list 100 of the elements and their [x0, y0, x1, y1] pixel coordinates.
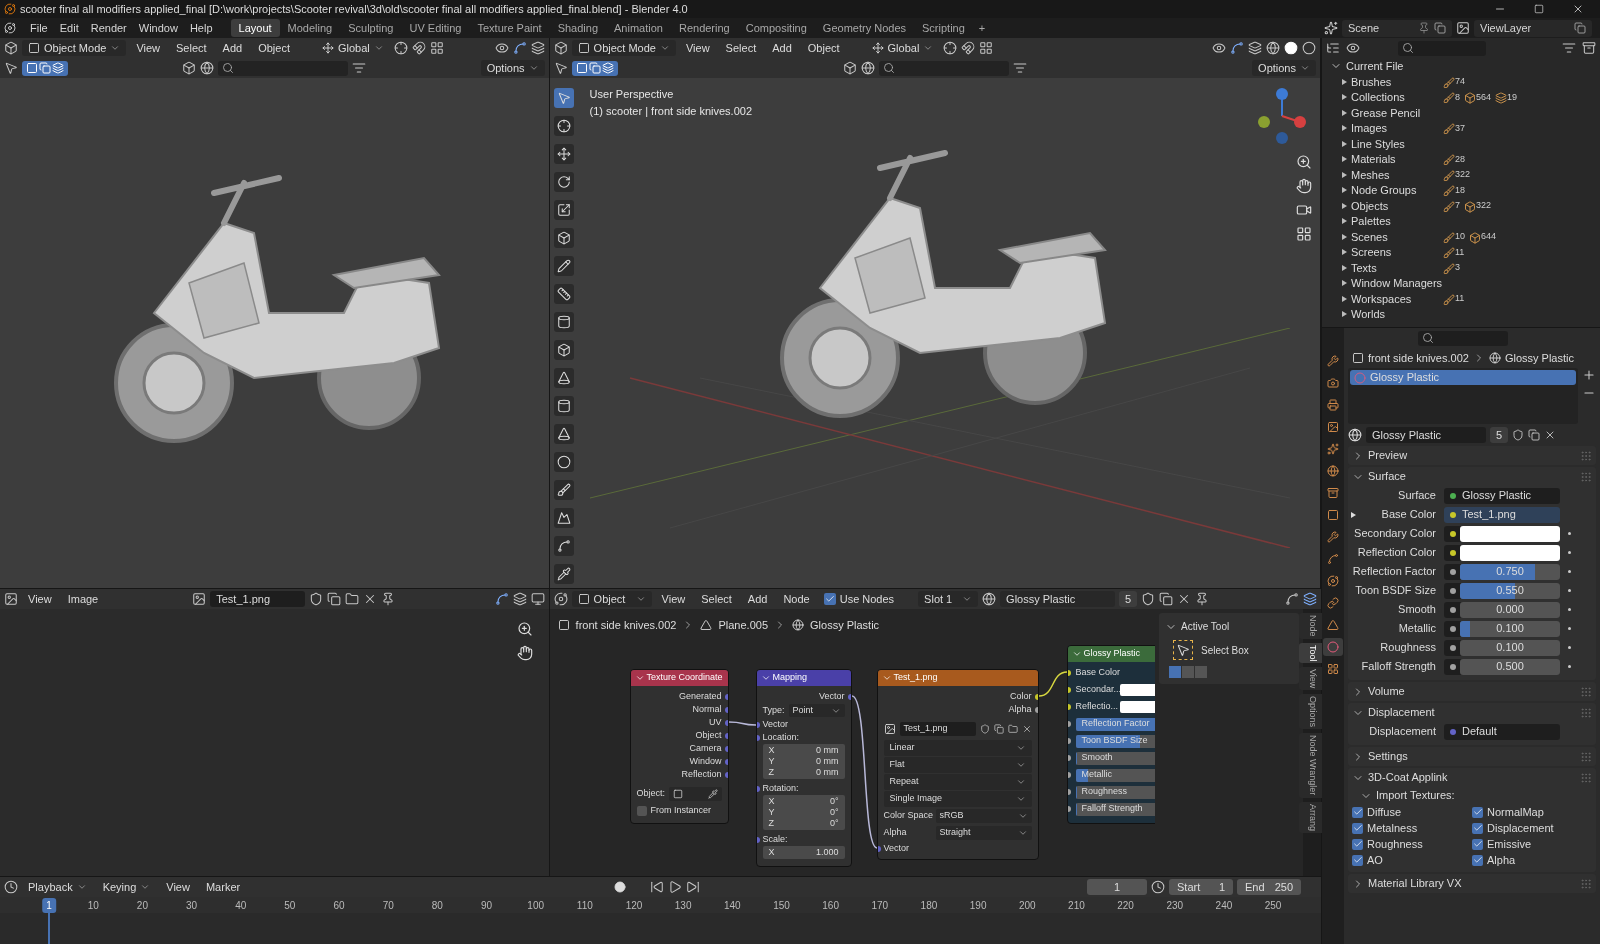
menu-item[interactable]: View [22, 591, 58, 607]
node-header[interactable]: Glossy Plastic [1067, 646, 1155, 662]
tree-item[interactable]: Node Groups [1351, 182, 1439, 199]
tree-item[interactable]: Worlds [1351, 306, 1439, 323]
linked-field[interactable]: Test_1.png [1444, 506, 1560, 523]
tree-item[interactable]: Objects [1351, 197, 1439, 214]
sidebar-tab[interactable]: Node [1299, 613, 1325, 639]
list-item[interactable]: Glossy Plastic [1350, 370, 1576, 385]
tree-item[interactable]: Line Styles [1351, 135, 1439, 152]
tree-item[interactable]: Workspaces [1351, 290, 1439, 307]
menu-item[interactable]: Add [216, 40, 249, 56]
workspace-tab[interactable]: Compositing [737, 19, 815, 37]
menu-item[interactable]: View [679, 40, 716, 56]
node-header[interactable]: Test_1.png [877, 670, 1038, 686]
checkbox[interactable]: Emissive [1472, 836, 1592, 852]
material-field[interactable]: Glossy Plastic [1000, 591, 1116, 607]
panel-title[interactable]: Material Library VX [1368, 875, 1576, 892]
tree-item[interactable]: Texts [1351, 259, 1439, 276]
checkbox[interactable]: Diffuse [1352, 804, 1472, 820]
end-frame-field[interactable]: End 250 [1237, 879, 1301, 895]
shader-node[interactable]: Test_1.png Color Alpha Test_1.png Linear Flat Repeat Single Image Color Space sRGB Alpha Straight Vector [876, 669, 1039, 860]
options-dropdown[interactable]: Options [1252, 60, 1316, 76]
tree-item[interactable]: Collections [1351, 89, 1439, 106]
sidebar-tab[interactable]: Node Wrangler [1299, 733, 1325, 798]
value-slider[interactable]: Smooth [1075, 751, 1155, 765]
value-slider[interactable]: Roughness [1075, 785, 1155, 799]
panel-title[interactable]: 3D-Coat Applink [1368, 769, 1576, 786]
current-frame-field[interactable]: 1 [1087, 879, 1147, 895]
tree-item[interactable]: Current File [1346, 57, 1404, 75]
object-dropdown[interactable]: Object [571, 591, 652, 607]
tree-item[interactable]: Palettes [1351, 213, 1439, 230]
value-slider[interactable]: 0.500 [1460, 658, 1560, 675]
menu-item[interactable]: Edit [53, 19, 85, 37]
image-name-field[interactable]: Test_1.png [210, 591, 306, 607]
menu-item[interactable]: Select [170, 40, 213, 56]
panel-title[interactable]: Surface [1368, 468, 1576, 485]
node-dropdown[interactable]: Flat [883, 757, 1032, 773]
node-dropdown[interactable]: Linear [883, 740, 1032, 756]
scene-field[interactable]: Scene [1342, 19, 1452, 37]
material-field[interactable]: Glossy Plastic [1366, 427, 1486, 443]
image-name-field[interactable]: Test_1.png [899, 722, 976, 736]
add-workspace-button[interactable]: + [972, 19, 992, 37]
tree-item[interactable]: Meshes [1351, 166, 1439, 183]
shader-node[interactable]: Mapping Vector Type: Point Vector Location: X 0 mm Y 0 mm Z 0 mm Rotation: X 0° Y 0° Z 0° Scale: X 1.000 [755, 669, 852, 867]
menu-item[interactable]: Object [801, 40, 846, 56]
tree-item[interactable]: Grease Pencil [1351, 104, 1439, 121]
node-dropdown[interactable]: Straight [935, 826, 1032, 840]
menu-item[interactable]: Keying [96, 879, 157, 895]
menu-item[interactable]: Add [741, 591, 774, 607]
workspace-tab[interactable]: Rendering [670, 19, 738, 37]
vector-field[interactable]: X 0 mm Y 0 mm Z 0 mm [762, 744, 845, 779]
tree-item[interactable]: Screens [1351, 244, 1439, 261]
slot-dropdown[interactable]: Slot 1 [918, 591, 979, 607]
breadcrumb[interactable]: front side knives.002 [1368, 349, 1469, 367]
tree-item[interactable]: Brushes [1351, 73, 1439, 90]
panel-title[interactable]: Displacement [1368, 704, 1576, 721]
workspace-tab[interactable]: Texture Paint [469, 19, 550, 37]
menu-item[interactable]: Render [84, 19, 133, 37]
vector-field[interactable]: X 0° Y 0° Z 0° [762, 795, 845, 830]
tree-item[interactable]: Scenes [1351, 228, 1439, 245]
workspace-tab[interactable]: Geometry Nodes [814, 19, 914, 37]
menu-item[interactable]: Help [183, 19, 219, 37]
menu-item[interactable]: Add [766, 40, 798, 56]
node-dropdown[interactable]: sRGB [935, 809, 1032, 823]
sidebar-tab[interactable]: Options [1299, 694, 1325, 730]
sidebar-tab[interactable]: Arrang [1299, 801, 1325, 833]
menu-item[interactable]: View [160, 879, 196, 895]
breadcrumb[interactable]: front side knives.002 [575, 617, 677, 634]
checkbox[interactable]: Alpha [1472, 852, 1592, 868]
tree-item[interactable]: Images [1351, 120, 1439, 137]
menu-item[interactable]: Window [132, 19, 184, 37]
checkbox[interactable]: NormalMap [1472, 804, 1592, 820]
menu-item[interactable]: Image [61, 591, 105, 607]
mode-dropdown[interactable]: Object Mode [571, 40, 676, 56]
checkbox[interactable]: Metalness [1352, 820, 1472, 836]
sidebar-tab[interactable]: View [1299, 667, 1325, 691]
workspace-tab[interactable]: Shading [549, 19, 607, 37]
node-header[interactable]: Mapping [756, 670, 851, 686]
start-frame-field[interactable]: Start 1 [1169, 879, 1233, 895]
tree-item[interactable]: Materials [1351, 151, 1439, 168]
menu-item[interactable]: Object [252, 40, 296, 56]
menu-item[interactable]: Marker [199, 879, 247, 895]
menu-item[interactable]: Select [695, 591, 738, 607]
node-dropdown[interactable]: Repeat [883, 774, 1032, 790]
vector-field[interactable]: X 1.000 [762, 846, 845, 859]
subsection-title[interactable]: Import Textures: [1376, 787, 1455, 804]
value-slider[interactable]: Reflection Factor [1075, 717, 1155, 731]
orientation-dropdown[interactable]: Global [865, 40, 940, 56]
breadcrumb[interactable]: Plane.005 [718, 617, 768, 634]
value-slider[interactable]: Falloff Strength [1075, 802, 1155, 816]
value-slider[interactable]: 0.100 [1460, 639, 1560, 656]
node-header[interactable]: Texture Coordinate [630, 670, 728, 686]
workspace-tab[interactable]: Modeling [279, 19, 341, 37]
menu-item[interactable]: File [24, 19, 54, 37]
menu-item[interactable]: Playback [22, 879, 93, 895]
workspace-tab[interactable]: Scripting [914, 19, 973, 37]
node-dropdown[interactable]: Single Image [883, 791, 1032, 807]
breadcrumb[interactable]: Glossy Plastic [810, 617, 880, 634]
breadcrumb[interactable]: Glossy Plastic [1504, 349, 1574, 367]
workspace-tab[interactable]: Layout [230, 19, 280, 37]
